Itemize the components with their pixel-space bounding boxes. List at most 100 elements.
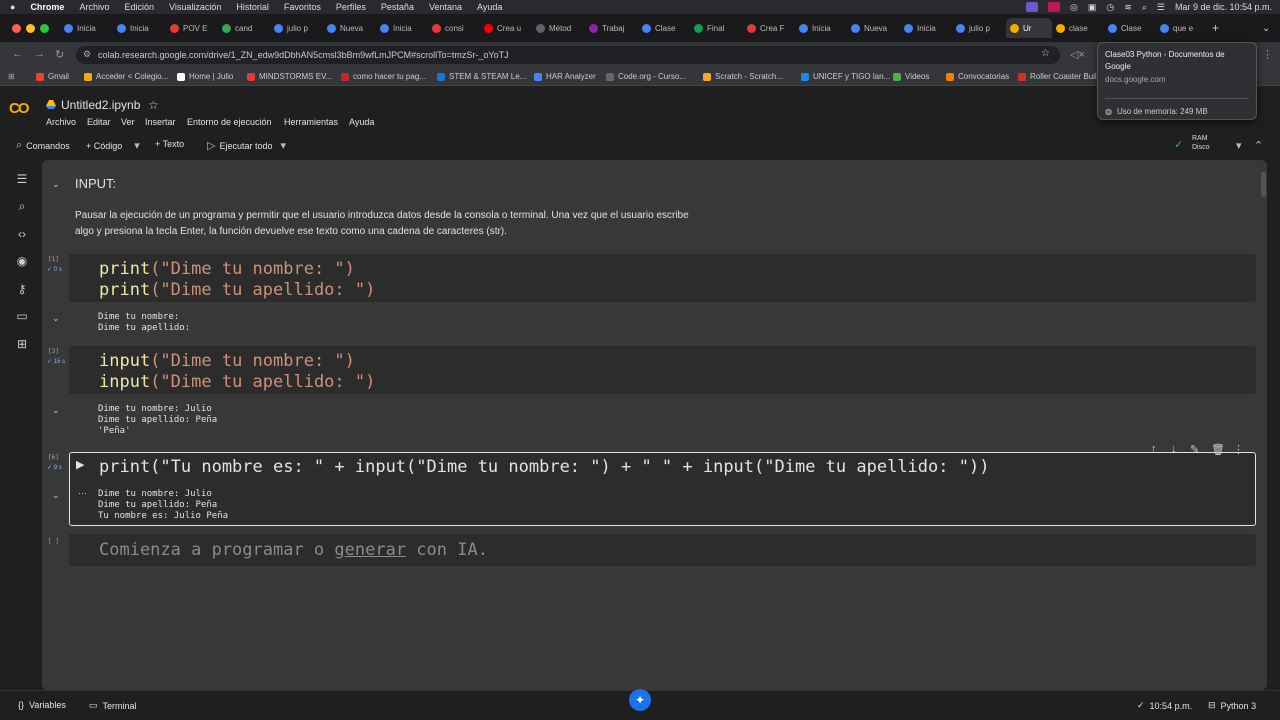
back-button[interactable]: ←	[12, 48, 23, 60]
browser-tab[interactable]: consi	[432, 18, 480, 38]
drive-icon[interactable]	[46, 100, 56, 109]
bookmark-item[interactable]: STEM & STEAM Le...	[437, 72, 526, 81]
close-window-button[interactable]	[12, 24, 21, 33]
runtime-dropdown-icon[interactable]: ▾	[1236, 139, 1242, 152]
control-center-icon[interactable]: ☰	[1157, 2, 1165, 13]
bookmark-item[interactable]: Acceder < Colegio...	[84, 72, 168, 81]
browser-tab[interactable]: Inicia	[380, 18, 428, 38]
time-machine-icon[interactable]: ◷	[1106, 2, 1114, 13]
bookmark-item[interactable]: MINDSTORMS EV...	[247, 72, 332, 81]
chrome-menu-icon[interactable]: ⋮	[1262, 48, 1273, 61]
apps-icon[interactable]: ⊞	[8, 72, 15, 81]
reload-button[interactable]: ↻	[55, 48, 64, 61]
cell-placeholder[interactable]: Comienza a programar o generar con IA.	[99, 540, 488, 561]
browser-tab[interactable]: Nueva	[851, 18, 899, 38]
output-menu-icon[interactable]: ⋯	[78, 488, 87, 499]
add-code-button[interactable]: + Código ▾	[86, 139, 140, 152]
commands-button[interactable]: ⌕ Comandos	[16, 139, 70, 152]
resource-indicator[interactable]: RAM Disco	[1192, 134, 1210, 152]
run-cell-button[interactable]: ▶	[76, 458, 84, 471]
new-tab-button[interactable]: +	[1212, 18, 1219, 38]
app-icon[interactable]	[1048, 2, 1061, 12]
code-line[interactable]: input("Dime tu nombre: ")	[99, 351, 355, 372]
search-icon[interactable]: ⌕	[1142, 2, 1147, 13]
browser-tab[interactable]: julio p	[274, 18, 322, 38]
browser-tab[interactable]: Inicia	[799, 18, 847, 38]
browser-tab[interactable]: Nueva	[327, 18, 375, 38]
menu-ayuda[interactable]: Ayuda	[477, 2, 502, 12]
secrets-icon[interactable]: ◉	[15, 254, 29, 268]
address-bar[interactable]: ⚙ colab.research.google.com/drive/1_ZN_e…	[76, 46, 1060, 64]
key-icon[interactable]: ⚷	[15, 282, 29, 296]
menu-favoritos[interactable]: Favoritos	[284, 2, 321, 12]
colab-menu-item[interactable]: Insertar	[145, 117, 176, 127]
chevron-down-icon[interactable]: ▾	[134, 139, 140, 152]
menu-pestana[interactable]: Pestaña	[381, 2, 414, 12]
data-table-icon[interactable]: ⊞	[15, 337, 29, 351]
code-line[interactable]: print("Tu nombre es: " + input("Dime tu …	[99, 457, 989, 478]
menu-edicion[interactable]: Edición	[124, 2, 154, 12]
collapse-output-icon[interactable]: ⌄	[52, 313, 60, 324]
colab-menu-item[interactable]: Herramientas	[284, 117, 338, 127]
colab-menu-item[interactable]: Entorno de ejecución	[187, 117, 272, 127]
mute-icon[interactable]: ◁×	[1070, 48, 1085, 61]
bookmark-item[interactable]: Convocatorias	[946, 72, 1009, 81]
more-options-icon[interactable]: ⋮	[1233, 443, 1244, 456]
collapse-output-icon[interactable]: ⌄	[52, 405, 60, 416]
terminal-button[interactable]: ▭ Terminal	[89, 700, 137, 711]
zoom-window-button[interactable]	[40, 24, 49, 33]
bookmark-item[interactable]: como hacer tu pag...	[341, 72, 426, 81]
apple-icon[interactable]: ●	[10, 2, 15, 12]
edit-ai-icon[interactable]: ✎	[1190, 443, 1199, 456]
bookmark-item[interactable]: Gmail	[36, 72, 69, 81]
control-icon[interactable]: ▣	[1088, 2, 1097, 13]
bookmark-item[interactable]: Roller Coaster Buil	[1018, 72, 1097, 81]
browser-tab[interactable]: Ur	[1006, 18, 1052, 38]
code-line[interactable]: input("Dime tu apellido: ")	[99, 372, 375, 393]
add-text-button[interactable]: + Texto	[155, 139, 184, 149]
files-folder-icon[interactable]: ▭	[15, 309, 29, 323]
menu-historial[interactable]: Historial	[236, 2, 269, 12]
gemini-icon[interactable]: ✦	[629, 689, 651, 711]
minimize-window-button[interactable]	[26, 24, 35, 33]
menu-app-name[interactable]: Chrome	[30, 2, 64, 12]
move-up-icon[interactable]: ↑	[1151, 443, 1157, 455]
browser-tab[interactable]: cand	[222, 18, 270, 38]
browser-tab[interactable]: Crea F	[747, 18, 795, 38]
table-of-contents-icon[interactable]: ☰	[15, 172, 29, 186]
browser-tab[interactable]: Inicia	[904, 18, 952, 38]
last-run-status[interactable]: ✓ 10:54 p.m.	[1137, 700, 1192, 711]
browser-tab[interactable]: Clase	[1108, 18, 1156, 38]
forward-button[interactable]: →	[34, 48, 45, 60]
browser-tab[interactable]: Final	[694, 18, 742, 38]
bookmark-item[interactable]: Scratch - Scratch...	[703, 72, 783, 81]
colab-menu-item[interactable]: Ayuda	[349, 117, 374, 127]
generate-link[interactable]: generar	[334, 540, 406, 560]
browser-tab[interactable]: Inicia	[64, 18, 112, 38]
browser-tab[interactable]: clase	[1056, 18, 1104, 38]
collapse-header-icon[interactable]: ⌃	[1254, 139, 1263, 152]
menu-archivo[interactable]: Archivo	[79, 2, 109, 12]
colab-menu-item[interactable]: Ver	[121, 117, 135, 127]
bookmark-item[interactable]: Videos	[893, 72, 929, 81]
browser-tab[interactable]: Clase	[642, 18, 690, 38]
run-all-button[interactable]: ▷ Ejecutar todo ▾	[207, 139, 286, 152]
menu-ventana[interactable]: Ventana	[429, 2, 462, 12]
bookmark-star-icon[interactable]: ☆	[1041, 48, 1050, 59]
browser-tab[interactable]: Inicia	[117, 18, 165, 38]
colab-menu-item[interactable]: Editar	[87, 117, 111, 127]
bookmark-item[interactable]: Home | Julio	[177, 72, 233, 81]
code-line[interactable]: print("Dime tu apellido: ")	[99, 280, 375, 301]
clock[interactable]: Mar 9 de dic. 10:54 p.m.	[1175, 2, 1272, 12]
variables-button[interactable]: {} Variables	[18, 700, 66, 710]
wifi-icon[interactable]: ≋	[1124, 2, 1132, 13]
browser-tab[interactable]: Métod	[536, 18, 584, 38]
scrollbar[interactable]	[1261, 172, 1266, 197]
browser-tab[interactable]: que e	[1160, 18, 1208, 38]
bookmark-item[interactable]: UNICEF y TIGO lan...	[801, 72, 890, 81]
menu-visualizacion[interactable]: Visualización	[169, 2, 221, 12]
menu-perfiles[interactable]: Perfiles	[336, 2, 366, 12]
browser-tab[interactable]: Trabaj	[589, 18, 637, 38]
screen-record-icon[interactable]	[1026, 2, 1039, 12]
bookmark-item[interactable]: HAR Analyzer	[534, 72, 596, 81]
